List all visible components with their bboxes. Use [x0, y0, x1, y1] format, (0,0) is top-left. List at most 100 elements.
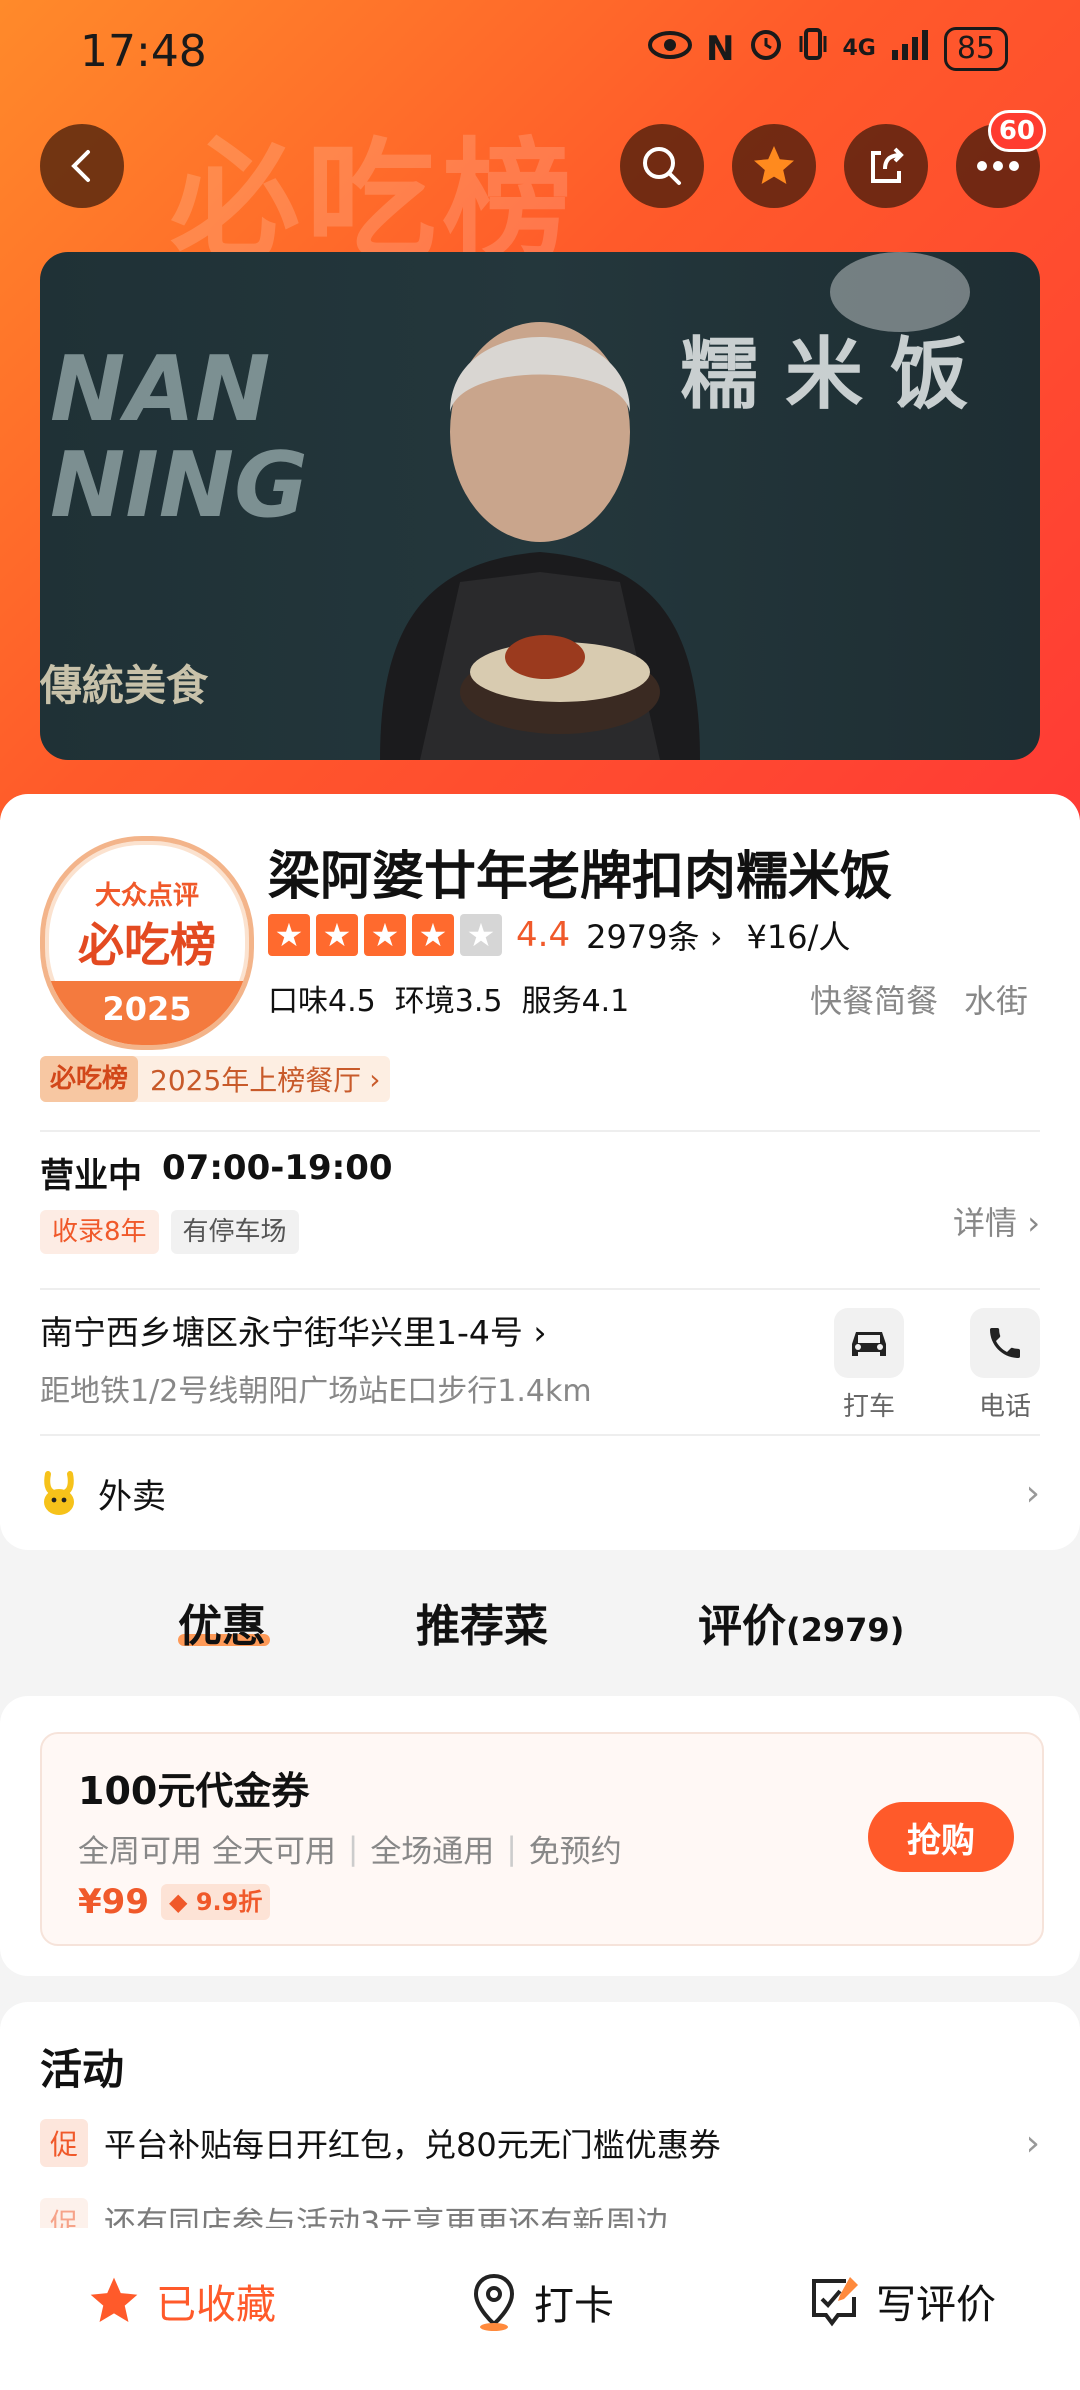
chevron-right-icon: ›: [1025, 2122, 1040, 2164]
chevron-right-icon: ›: [533, 1313, 547, 1352]
favorite-action[interactable]: 已收藏: [86, 2272, 276, 2330]
status-bar: 17:48 N 4G 85: [0, 0, 1080, 100]
rating-value: 4.4: [516, 915, 571, 955]
address-text: 南宁西乡塘区永宁街华兴里1-4号: [40, 1313, 523, 1352]
rating-row: ★ ★ ★ ★ ★ 4.4 2979条 › ¥16/人: [268, 912, 850, 958]
share-button[interactable]: [844, 124, 928, 208]
address-row[interactable]: 南宁西乡塘区永宁街华兴里1-4号 › 距地铁1/2号线朝阳广场站E口步行1.4k…: [40, 1306, 820, 1410]
activity-item[interactable]: 促 还有同店参与活动3元享更更还有新周边: [40, 2198, 1040, 2228]
shop-category: 快餐简餐: [810, 982, 939, 1020]
divider: [40, 1288, 1040, 1290]
must-eat-logo: 大众点评 必吃榜 2025: [40, 836, 254, 1050]
shop-info-card: 大众点评 必吃榜 2025 梁阿婆廿年老牌扣肉糯米饭 ★ ★ ★ ★ ★ 4.4…: [0, 794, 1080, 1550]
favorite-button[interactable]: [732, 124, 816, 208]
back-icon: [71, 150, 90, 182]
search-button[interactable]: [620, 124, 704, 208]
condition-3: 免预约: [528, 1834, 622, 1870]
tab-reviews-count: (2979): [786, 1611, 905, 1649]
address-line: 南宁西乡塘区永宁街华兴里1-4号 ›: [40, 1306, 820, 1354]
takeaway-row[interactable]: 外卖 ›: [40, 1458, 1040, 1528]
edit-review-icon: [812, 2277, 858, 2327]
condition-2: 全场通用: [370, 1834, 495, 1870]
rank-banner[interactable]: 必吃榜 2025年上榜餐厅 ›: [40, 1056, 391, 1102]
taxi-button[interactable]: 打车: [834, 1308, 904, 1423]
score-breakdown: 口味4.5 环境3.5 服务4.1: [268, 984, 630, 1019]
back-button[interactable]: [40, 124, 124, 208]
discount-value: 9.9折: [195, 1888, 263, 1916]
write-review-label: 写评价: [876, 2282, 996, 2328]
coupon-price-row: ¥99 ◆ 9.9折: [78, 1882, 271, 1922]
eye-icon: [647, 28, 692, 69]
condition-1: 全周可用 全天可用: [78, 1834, 336, 1870]
divider: [40, 1130, 1040, 1132]
review-count-link[interactable]: 2979条 ›: [586, 912, 722, 958]
shop-area: 水街: [964, 982, 1029, 1020]
alarm-icon: [748, 26, 784, 71]
more-button[interactable]: 60: [956, 110, 1046, 208]
activity-item[interactable]: 促 平台补贴每日开红包，兑80元无门槛优惠券 ›: [40, 2116, 1040, 2170]
logo-top-text: 大众点评: [94, 881, 199, 911]
bottom-action-bar: 已收藏 打卡 写评价: [0, 2232, 1080, 2390]
promo-tag: 促: [40, 2119, 88, 2167]
tab-reviews[interactable]: 评价(2979): [698, 1590, 904, 1654]
content-tabs: 优惠 推荐菜 评价(2979): [0, 1590, 1080, 1670]
nfc-icon: N: [705, 28, 735, 69]
tab-recommended-label: 推荐菜: [416, 1601, 548, 1652]
buy-button[interactable]: 抢购: [868, 1802, 1014, 1872]
signal-icon: [890, 28, 930, 69]
status-icons: N 4G 85: [647, 26, 1008, 71]
star-icon: ★: [412, 914, 454, 956]
hero-image[interactable]: NAN NING 糯 米 饭 傳統美食 视频 › 相册 ›: [40, 252, 1040, 760]
star-icon: ★: [268, 914, 310, 956]
taxi-label: 打车: [842, 1392, 895, 1422]
rank-badge: 必吃榜: [40, 1056, 139, 1102]
hours-row[interactable]: 营业中 07:00-19:00 收录8年 有停车场 详情 ›: [40, 1148, 1040, 1288]
checkin-label: 打卡: [534, 2283, 614, 2329]
open-status: 营业中: [40, 1156, 142, 1196]
subway-distance: 距地铁1/2号线朝阳广场站E口步行1.4km: [40, 1374, 592, 1409]
star-icon: [754, 146, 794, 184]
tab-recommended[interactable]: 推荐菜: [416, 1590, 548, 1654]
logo-mid-text: 必吃榜: [78, 918, 216, 972]
status-time: 17:48: [80, 26, 207, 77]
more-icon: [977, 161, 1019, 171]
chevron-right-icon: ›: [709, 918, 723, 956]
search-icon: [643, 147, 681, 185]
tab-deals[interactable]: 优惠: [178, 1590, 270, 1654]
chevron-right-icon: ›: [1025, 1472, 1040, 1514]
phone-button[interactable]: 电话: [970, 1308, 1040, 1423]
takeaway-label: 外卖: [98, 1476, 166, 1517]
hours-line: 营业中 07:00-19:00: [40, 1148, 1040, 1197]
activity-title: 活动: [40, 2045, 125, 2094]
star-filled-icon: [90, 2277, 138, 2322]
hours-tags: 收录8年 有停车场: [40, 1210, 299, 1254]
chevron-right-icon: ›: [369, 1062, 381, 1096]
vibrate-icon: [798, 26, 828, 71]
tab-deals-label: 优惠: [178, 1601, 266, 1652]
chevron-right-icon: ›: [1027, 1204, 1040, 1242]
takeaway-bunny-icon: [40, 1470, 80, 1516]
logo-year: 2025: [45, 981, 249, 1045]
discount-tag: ◆ 9.9折: [160, 1884, 271, 1920]
divider: |: [506, 1830, 517, 1867]
price-per-person: ¥16/人: [746, 918, 851, 956]
open-time: 07:00-19:00: [162, 1148, 393, 1188]
tab-reviews-label: 评价: [698, 1601, 786, 1652]
review-count: 2979条: [586, 918, 700, 956]
write-review-action[interactable]: 写评价: [806, 2272, 996, 2330]
phone-icon: [970, 1308, 1040, 1378]
detail-label: 详情: [953, 1204, 1018, 1242]
hours-detail-link[interactable]: 详情 ›: [953, 1198, 1040, 1244]
promo-tag: 促: [40, 2198, 88, 2228]
coupon-card[interactable]: 100元代金券 全周可用 全天可用 | 全场通用 | 免预约 ¥99 ◆ 9.9…: [40, 1732, 1044, 1946]
star-icon: ★: [316, 914, 358, 956]
activity-text: 还有同店参与活动3元享更更还有新周边: [104, 2204, 669, 2228]
star-icon: ★: [364, 914, 406, 956]
price-tag-icon: ◆: [168, 1888, 188, 1916]
checkin-action[interactable]: 打卡: [468, 2272, 614, 2332]
coupon-title: 100元代金券: [78, 1769, 310, 1813]
location-pin-icon: [473, 2273, 515, 2331]
share-icon: [871, 147, 904, 183]
coupon-section: 100元代金券 全周可用 全天可用 | 全场通用 | 免预约 ¥99 ◆ 9.9…: [0, 1696, 1080, 1976]
hero-photo-person: [380, 252, 970, 760]
